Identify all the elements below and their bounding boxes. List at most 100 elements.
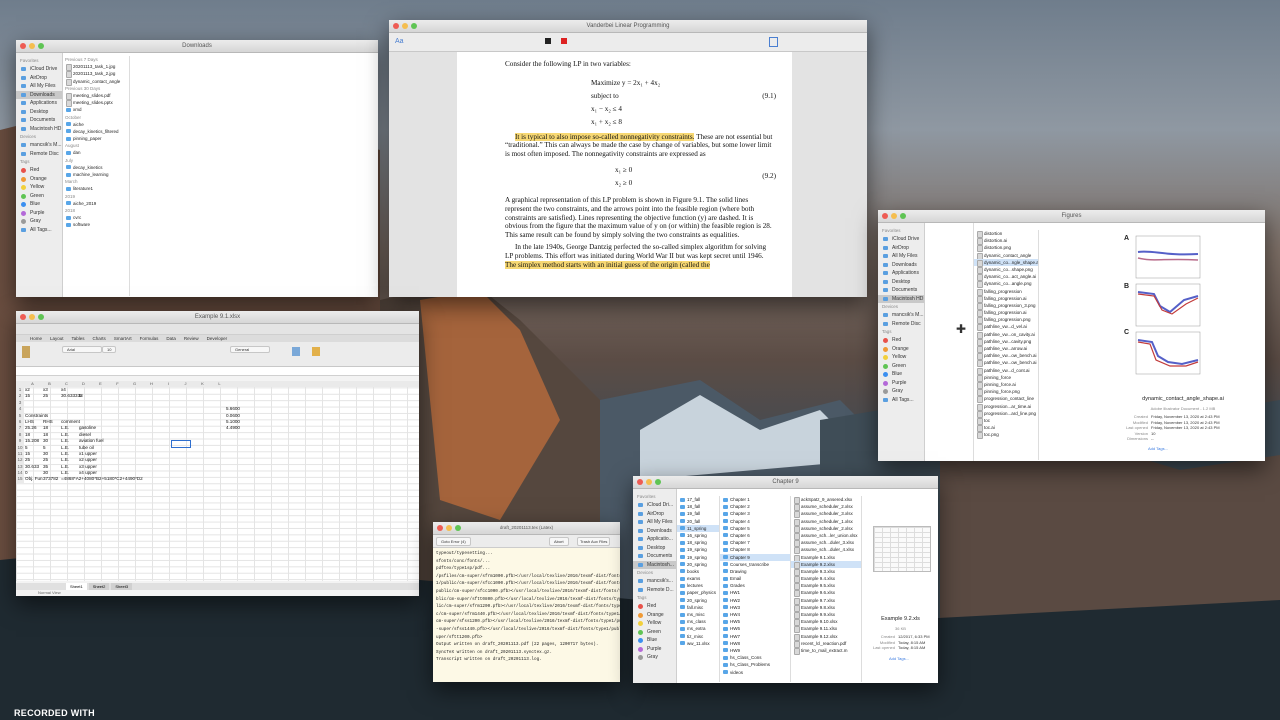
list-item[interactable]: Chapter 5 (720, 525, 790, 532)
list-item[interactable]: HW5 (720, 618, 790, 625)
list-item[interactable]: Chapter 6 (720, 532, 790, 539)
highlight[interactable]: It is typical to also impose so-called n… (515, 132, 695, 141)
list-item[interactable]: Chapter 4 (720, 518, 790, 525)
list-item[interactable]: Example 9.2.xlsx (791, 560, 861, 569)
sidebar-item[interactable]: All My Files (16, 82, 62, 91)
list-item[interactable]: 20201113_task_1.jpg (63, 63, 129, 72)
list-item[interactable]: xmd (63, 106, 129, 113)
list-item[interactable]: Example 9.9.xlsx (791, 611, 861, 620)
sheet-tab[interactable]: Sheet3 (111, 583, 133, 590)
number-format-field[interactable]: General (230, 346, 270, 353)
ribbon-tab[interactable]: Formulas (140, 335, 159, 342)
sidebar-item[interactable]: iCloud Drive (16, 65, 62, 74)
list-item[interactable]: assume_sch...duler_4.xlsx (791, 546, 861, 555)
list-item[interactable]: Example 9.12.xlsx (791, 633, 861, 641)
spreadsheet-row[interactable]: 15 Obj. Fun 373782 =4868*A2+4080*B2+5180*C2… (16, 476, 419, 483)
list-item[interactable]: toc.png (974, 431, 1038, 440)
sidebar-item[interactable]: Macintosh HD (16, 125, 62, 134)
list-item[interactable]: software (63, 221, 129, 228)
list-item[interactable]: ms_extra (677, 625, 719, 632)
list-item[interactable]: decay_kinetics_filtered (63, 128, 129, 135)
conditional-format-icon[interactable] (292, 347, 300, 356)
list-item[interactable]: pathline_vw...ow_bench.ai (974, 359, 1038, 368)
list-item[interactable]: Chapter 1 (720, 496, 790, 503)
ribbon-tab[interactable]: Review (184, 335, 199, 342)
sidebar-item[interactable]: Macintosh HD (878, 294, 924, 303)
sidebar-tag[interactable]: Red (878, 336, 924, 345)
sidebar-item[interactable]: Remote Disc (16, 150, 62, 159)
list-item[interactable]: Grades (720, 582, 790, 589)
list-item[interactable]: dynamic_co...act_angle.ai (974, 273, 1038, 282)
sidebar-tag[interactable]: Purple (878, 379, 924, 388)
list-item[interactable]: pinning_force.png (974, 388, 1038, 397)
titlebar[interactable]: Figures (878, 210, 1265, 223)
list-item[interactable]: Example 9.1.xlsx (791, 554, 861, 562)
sidebar-tag[interactable]: Yellow (16, 183, 62, 192)
sidebar-item[interactable]: All My Files (633, 518, 676, 527)
list-item[interactable]: tiz_misc (677, 633, 719, 640)
minimize-button[interactable] (646, 479, 652, 485)
titlebar[interactable]: Downloads (16, 40, 378, 53)
list-item[interactable]: distortion.ai (974, 237, 1038, 246)
sidebar-tag[interactable]: Purple (16, 209, 62, 218)
excel-window[interactable]: Example 9.1.xlsx Home Layout Tables Charts S… (16, 311, 419, 596)
ribbon-tab[interactable]: Layout (50, 335, 64, 342)
sidebar-tag[interactable]: Orange (878, 345, 924, 354)
titlebar[interactable]: draft_20201113.tex (Latex) (433, 522, 620, 535)
list-item[interactable]: progression_contact_line (974, 395, 1038, 404)
close-button[interactable] (20, 314, 26, 320)
sidebar-item[interactable]: AirDrop (633, 510, 676, 519)
sidebar-item[interactable]: Documents (878, 286, 924, 295)
list-item[interactable]: Chapter 3 (720, 510, 790, 517)
list-item[interactable]: HW3 (720, 604, 790, 611)
zoom-button[interactable] (655, 479, 661, 485)
sidebar-item[interactable]: Downloads (16, 90, 62, 99)
list-item[interactable]: 19_spring (677, 554, 719, 561)
list-item[interactable]: 20_spring (677, 597, 719, 604)
ribbon-tab[interactable]: Data (166, 335, 176, 342)
sidebar-item[interactable]: mancsik's M... (878, 311, 924, 320)
list-item[interactable]: 11_spring (677, 524, 719, 532)
sidebar-tag[interactable]: Yellow (633, 619, 676, 628)
close-button[interactable] (637, 479, 643, 485)
list-item[interactable]: Chapter 8 (720, 546, 790, 553)
sidebar-item[interactable]: Documents (633, 552, 676, 561)
list-item[interactable]: hs_Class_Problems (720, 661, 790, 668)
list-item[interactable]: Example 9.4.xlsx (791, 575, 861, 584)
finder-chapter-window[interactable]: Chapter 9 Favorites iCloud Dri... AirDrop A… (633, 476, 938, 683)
sidebar-tag[interactable]: Green (633, 628, 676, 637)
titlebar[interactable]: Example 9.1.xlsx (16, 311, 419, 324)
zoom-button[interactable] (455, 525, 461, 531)
list-item[interactable]: HW7 (720, 633, 790, 640)
list-item[interactable]: assume_scheduler_2.xlsx (791, 525, 861, 533)
list-item[interactable]: falling_progression (974, 288, 1038, 296)
sidebar-item[interactable]: Applicatio... (633, 535, 676, 544)
list-item[interactable]: Example 9.7.xlsx (791, 597, 861, 605)
sidebar-item[interactable]: All My Files (878, 252, 924, 261)
finder-sidebar[interactable]: Favorites iCloud Drive AirDrop All My Files… (878, 223, 925, 461)
sidebar-tag[interactable]: Yellow (878, 353, 924, 362)
list-item[interactable]: 20_fall (677, 518, 719, 525)
cell[interactable]: =4868*A2+4080*B2+5180*C2+4490*D2 (60, 476, 143, 482)
list-item[interactable]: Chapter 2 (720, 503, 790, 510)
close-button[interactable] (20, 43, 26, 49)
sidebar-tag[interactable]: Blue (633, 636, 676, 645)
titlebar[interactable]: Vanderbei Linear Programming (389, 20, 867, 33)
list-item[interactable]: toc.ai (974, 424, 1038, 433)
list-item[interactable]: machine_learning (63, 171, 129, 178)
ribbon-tab[interactable]: Charts (93, 335, 106, 342)
sidebar-tag[interactable]: Blue (16, 200, 62, 209)
list-item[interactable]: aiche_2019 (63, 200, 129, 207)
sidebar-item[interactable]: All Tags... (878, 396, 924, 405)
list-item[interactable]: cvrc (63, 214, 129, 221)
styles-icon[interactable] (312, 347, 320, 356)
list-item[interactable]: pathline_vw...d_vel.ai (974, 323, 1038, 332)
add-tags-link[interactable]: Add Tags... (889, 656, 909, 661)
list-item[interactable]: literature1 (63, 185, 129, 192)
list-item[interactable]: dynamic_co...ngle_shape.ai (974, 258, 1038, 267)
list-item[interactable]: progression...ard_line.png (974, 410, 1038, 418)
markup-toolbar-icon[interactable]: Aa (395, 38, 404, 45)
list-item[interactable]: 18_fall (677, 503, 719, 510)
formula-bar[interactable] (16, 367, 419, 376)
list-item[interactable]: 20_spring (677, 561, 719, 568)
